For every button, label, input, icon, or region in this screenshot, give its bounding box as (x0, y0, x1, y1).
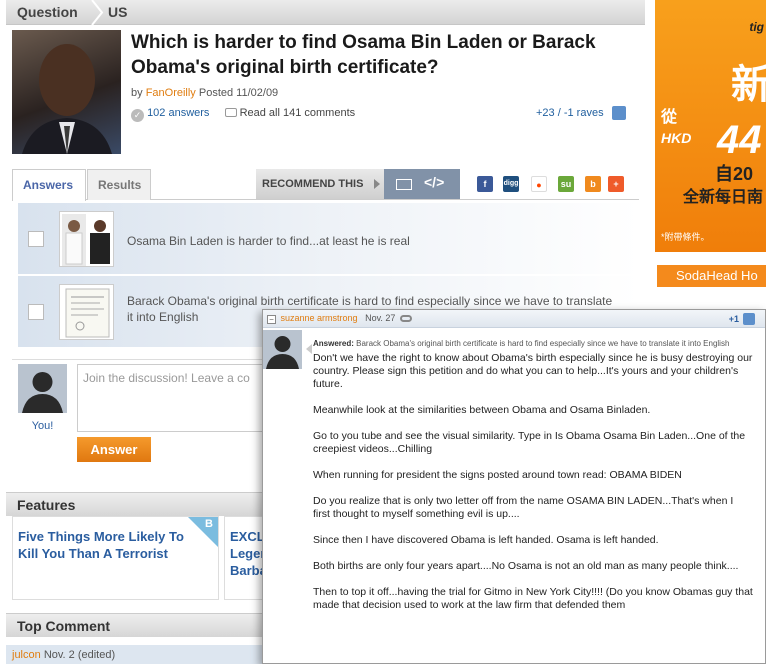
ad-brand: tig (749, 20, 764, 34)
comment-paragraph: When running for president the signs pos… (313, 469, 682, 481)
answer-button[interactable]: Answer (77, 437, 151, 462)
link-icon[interactable] (399, 315, 412, 322)
comment-paragraph: Go to you tube and see the visual simila… (313, 430, 746, 455)
ad-currency: HKD (661, 130, 692, 146)
avatar (18, 364, 67, 413)
answered-label: Answered: (313, 339, 354, 348)
plus-icon[interactable]: + (608, 176, 624, 192)
breadcrumb-separator-icon (91, 0, 104, 25)
comment-user-link[interactable]: suzanne armstrong (281, 313, 358, 323)
comment-date: Nov. 2 (edited) (43, 649, 116, 661)
comment-paragraph: Meanwhile look at the similarities betwe… (313, 404, 651, 416)
blogger-icon[interactable]: b (585, 176, 601, 192)
advertisement[interactable]: tig 新 從 HKD 44 自20 全新每日南 *附帶條件。 (655, 0, 766, 252)
breadcrumb-section[interactable]: Question (17, 4, 78, 20)
embed-icon[interactable]: </> (424, 174, 444, 190)
answer-option[interactable]: Osama Bin Laden is harder to find...at l… (18, 203, 639, 275)
answer-checkbox[interactable] (28, 231, 44, 247)
comment-user-link[interactable]: julcon (12, 649, 41, 661)
author-link[interactable]: FanOreilly (146, 87, 196, 99)
top-comment-heading: Top Comment (17, 618, 111, 634)
avatar (263, 330, 302, 369)
recommend-label: RECOMMEND THIS (262, 178, 364, 190)
breadcrumb-category[interactable]: US (108, 4, 127, 20)
comment-paragraph: Don't we have the right to know about Ob… (313, 352, 753, 390)
reddit-icon[interactable]: ● (531, 176, 547, 192)
answered-text: Barack Obama's original birth certificat… (356, 339, 730, 348)
comment-date: Nov. 27 (365, 313, 396, 323)
digg-icon[interactable]: digg (503, 176, 519, 192)
question-meta: by FanOreilly Posted 11/02/09 (131, 87, 278, 99)
rave-icon[interactable] (743, 313, 755, 325)
speech-notch (306, 344, 312, 354)
question-image (12, 30, 121, 154)
tab-answers[interactable]: Answers (12, 169, 86, 201)
comment-icon (224, 108, 237, 117)
tab-results[interactable]: Results (87, 169, 151, 200)
ad-price: 44 (717, 118, 762, 162)
answered-line: Answered: Barack Obama's original birth … (313, 338, 753, 349)
comment-popup[interactable]: − suzanne armstrong Nov. 27 +1 Answered:… (262, 309, 766, 664)
comment-paragraph: Both births are only four years apart...… (313, 560, 739, 572)
features-heading: Features (17, 497, 76, 513)
answers-count-link[interactable]: 102 answers (147, 107, 209, 119)
ad-footnote: *附帶條件。 (661, 232, 710, 242)
breadcrumb: Question US (6, 0, 645, 25)
ad-line1: 從 (661, 109, 678, 126)
read-all-comments-link[interactable]: Read all 141 comments (240, 107, 356, 119)
question-stats: ✓ 102 answers Read all 141 comments +23 … (131, 106, 631, 123)
comment-header-bar: − suzanne armstrong Nov. 27 (263, 310, 765, 328)
arrow-right-icon (374, 179, 380, 189)
question-title: Which is harder to find Osama Bin Laden … (131, 32, 596, 78)
blog-badge-label: B (205, 518, 213, 530)
posted-date: Posted 11/02/09 (198, 87, 279, 99)
minimize-icon[interactable]: − (267, 315, 276, 324)
comment-paragraph: Then to top it off...having the trial fo… (313, 586, 753, 611)
you-label[interactable]: You! (18, 420, 67, 432)
share-box: </> (384, 169, 460, 199)
rave-icon[interactable] (612, 106, 626, 120)
answer-thumbnail (59, 284, 114, 340)
blog-badge (188, 517, 218, 547)
ad-line3: 全新每日南 (683, 189, 764, 206)
comment-paragraph: Since then I have discovered Obama is le… (313, 534, 659, 546)
recommend-this-button[interactable]: RECOMMEND THIS (256, 169, 384, 199)
facebook-icon[interactable]: f (477, 176, 493, 192)
raves-count[interactable]: +23 / -1 raves (536, 107, 604, 119)
feature-title[interactable]: Five Things More Likely To Kill You Than… (18, 528, 198, 562)
answer-thumbnail (59, 211, 114, 267)
comment-body: Answered: Barack Obama's original birth … (313, 338, 753, 625)
stumbleupon-icon[interactable]: su (558, 176, 574, 192)
email-icon[interactable] (396, 179, 412, 190)
sodahead-sidebar-header: SodaHead Ho (657, 265, 766, 287)
comment-paragraph: Do you realize that is only two letter o… (313, 495, 734, 520)
feature-card[interactable]: Five Things More Likely To Kill You Than… (12, 516, 219, 600)
comment-rave-count: +1 (728, 314, 739, 324)
ad-headline-char: 新 (731, 63, 766, 107)
answer-checkbox[interactable] (28, 304, 44, 320)
answer-text: Osama Bin Laden is harder to find...at l… (127, 234, 410, 248)
by-label: by (131, 87, 143, 99)
check-icon: ✓ (131, 109, 144, 122)
